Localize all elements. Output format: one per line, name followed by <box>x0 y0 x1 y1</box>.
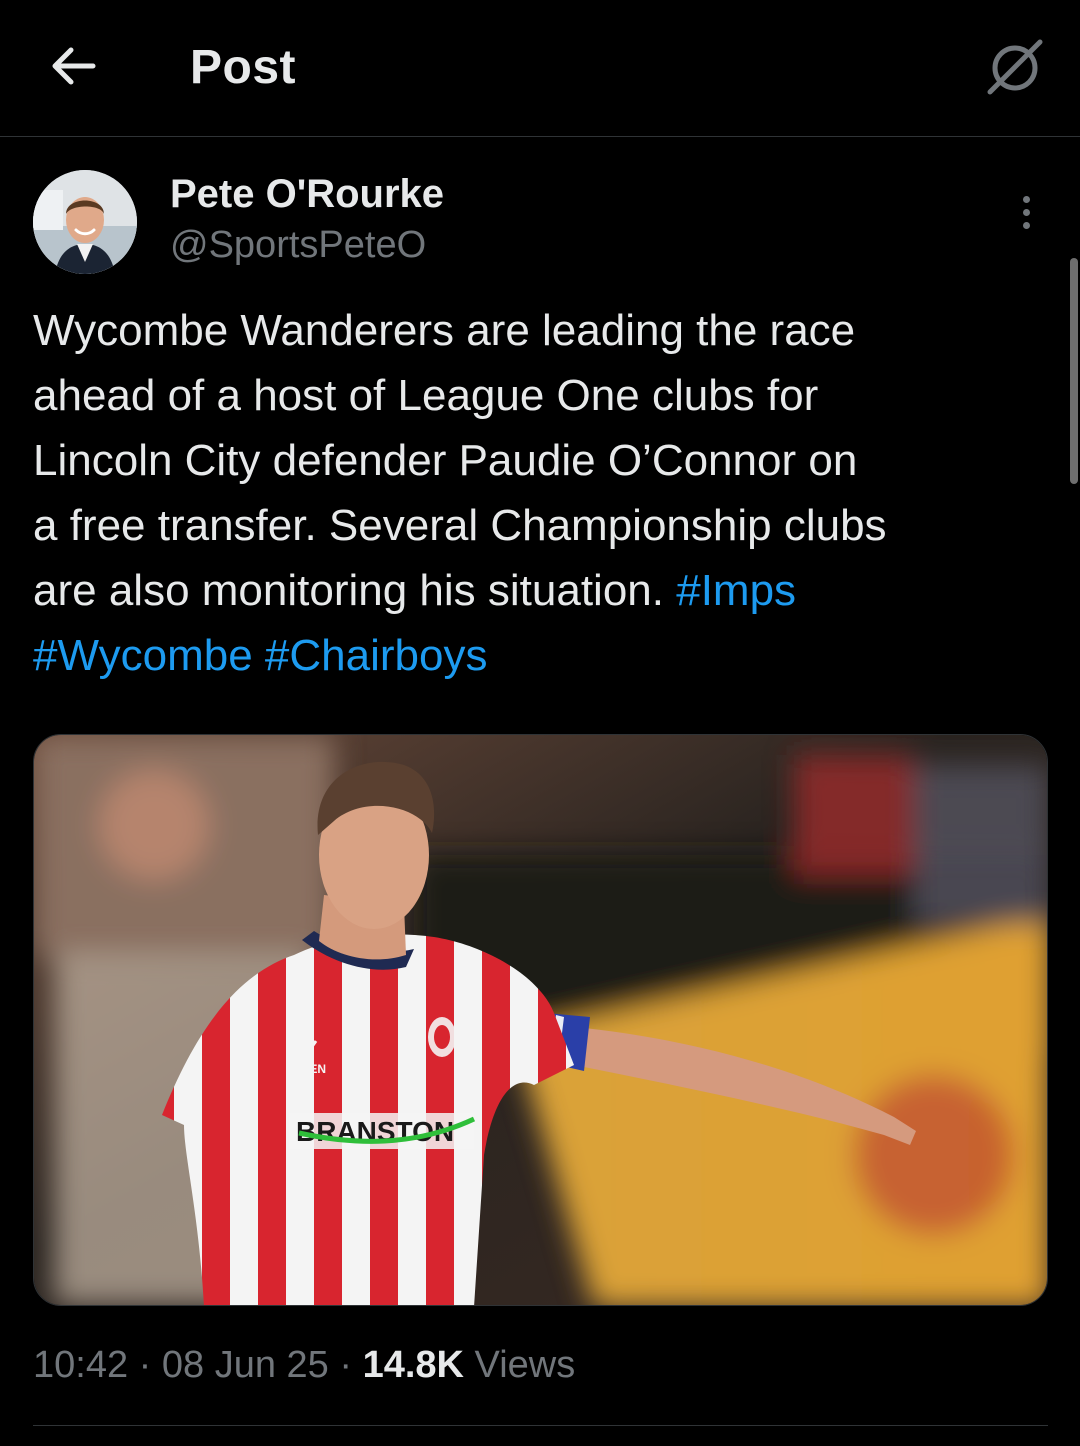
post-text-line: a free transfer. Several Championship cl… <box>33 501 887 550</box>
post-meta: 10:42 · 08 Jun 25 · 14.8K Views <box>33 1344 575 1387</box>
page-title: Post <box>190 41 297 94</box>
post-text-line: Wycombe Wanderers are leading the race <box>33 306 856 355</box>
post-text-line: Lincoln City defender Paudie O’Connor on <box>33 436 858 485</box>
views-count[interactable]: 14.8K <box>363 1344 464 1386</box>
grok-icon <box>987 39 1043 95</box>
post-image[interactable]: BRANSTON OXEN <box>33 734 1048 1306</box>
grok-button[interactable] <box>980 32 1050 102</box>
more-dots-icon <box>1022 221 1030 229</box>
post-date: 08 Jun 25 <box>161 1344 329 1386</box>
more-options-button[interactable] <box>1004 190 1048 234</box>
arrow-left-icon <box>52 47 96 85</box>
post-time: 10:42 <box>33 1344 129 1386</box>
author-name[interactable]: Pete O'Rourke <box>170 172 444 217</box>
meta-separator: · <box>138 1344 152 1386</box>
hashtag-link[interactable]: #Wycombe <box>33 631 253 680</box>
top-bar: Post <box>0 0 1080 137</box>
jersey-kit-maker-text: OXEN <box>292 1062 326 1076</box>
more-dots-icon <box>1022 208 1030 216</box>
views-label[interactable]: Views <box>475 1344 576 1386</box>
back-button[interactable] <box>44 36 104 96</box>
hashtag-link[interactable]: #Imps <box>676 566 796 615</box>
post-text: Wycombe Wanderers are leading the race ah… <box>33 298 1043 688</box>
more-dots-icon <box>1022 195 1030 203</box>
meta-separator: · <box>339 1344 353 1386</box>
hashtag-link[interactable]: #Chairboys <box>265 631 488 680</box>
avatar-photo <box>33 170 137 274</box>
author-handle[interactable]: @SportsPeteO <box>170 224 426 267</box>
player-photo: BRANSTON OXEN <box>34 735 1047 1305</box>
scrollbar[interactable] <box>1070 258 1078 484</box>
divider <box>33 1425 1048 1426</box>
author-avatar[interactable] <box>33 170 137 274</box>
post-text-line: ahead of a host of League One clubs for <box>33 371 819 420</box>
post-text-line: are also monitoring his situation. <box>33 566 664 615</box>
